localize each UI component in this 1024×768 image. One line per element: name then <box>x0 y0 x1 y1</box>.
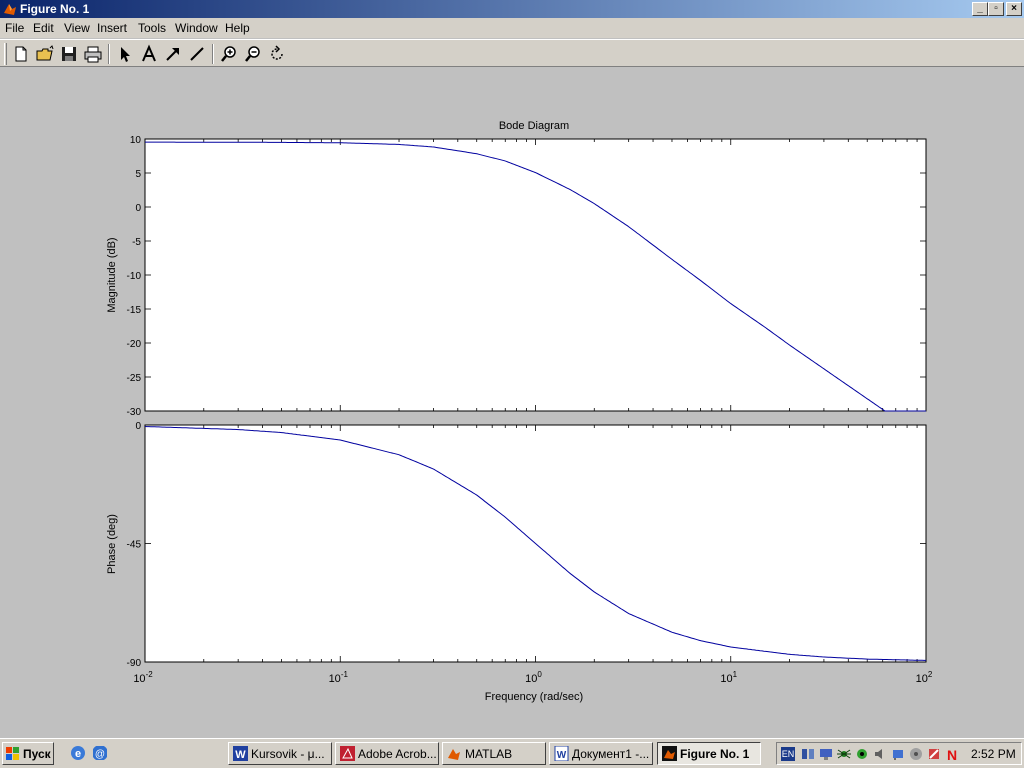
phase-y-label: Phase (deg) <box>106 514 118 574</box>
y-tick-label: -90 <box>127 658 142 669</box>
phase-y-tick-labels: 0 -45 -90 <box>127 421 142 669</box>
magnitude-y-label: Magnitude (dB) <box>106 237 118 312</box>
toolbar-separator <box>108 44 110 64</box>
menu-tools[interactable]: Tools <box>138 21 166 35</box>
insert-text-icon[interactable] <box>139 44 159 64</box>
matlab-icon <box>448 749 460 760</box>
start-label: Пуск <box>23 747 51 761</box>
svg-text:N: N <box>947 747 957 761</box>
task-kursovik[interactable]: W Kursovik - μ... <box>228 742 332 765</box>
language-indicator[interactable]: EN <box>781 747 795 761</box>
y-tick-label: -15 <box>127 305 142 316</box>
maximize-button[interactable]: ▫ <box>988 2 1004 16</box>
bode-diagram[interactable]: Bode Diagram 10 5 0 -5 -10 -15 -20 -25 -30 Magni… <box>0 68 1024 738</box>
figure-canvas: Bode Diagram 10 5 0 -5 -10 -15 -20 -25 -30 Magni… <box>0 68 1024 738</box>
y-tick-label: -10 <box>127 271 142 282</box>
ie-icon[interactable]: e <box>70 745 86 761</box>
x-tick-label: 102 <box>916 670 933 685</box>
y-tick-label: 5 <box>135 169 141 180</box>
svg-text:W: W <box>235 749 246 761</box>
taskbar: Пуск e @ W Kursovik - μ... Adobe Acrob..… <box>0 738 1024 768</box>
menu-edit[interactable]: Edit <box>33 21 54 35</box>
arrow-select-icon[interactable] <box>115 44 135 64</box>
zoom-out-icon[interactable] <box>243 44 263 64</box>
x-tick-label: 10-1 <box>329 670 349 685</box>
menu-insert[interactable]: Insert <box>97 21 127 35</box>
x-axis-label: Frequency (rad/sec) <box>485 691 583 703</box>
print-icon[interactable] <box>83 44 103 64</box>
norton-icon[interactable]: N <box>945 747 959 761</box>
y-tick-label: -25 <box>127 373 142 384</box>
magnitude-axes[interactable] <box>144 138 927 412</box>
x-tick-label: 100 <box>525 670 542 685</box>
usb-icon[interactable] <box>891 747 905 761</box>
x-tick-labels: 10-2 10-1 100 101 102 <box>133 670 933 685</box>
monitor-icon[interactable] <box>819 747 833 761</box>
x-tick-label: 10-2 <box>133 670 153 685</box>
disk-icon[interactable] <box>909 747 923 761</box>
magnitude-y-tick-labels: 10 5 0 -5 -10 -15 -20 -25 -30 <box>127 135 142 418</box>
volume-icon[interactable] <box>873 747 887 761</box>
task-matlab[interactable]: MATLAB <box>442 742 546 765</box>
insert-arrow-icon[interactable] <box>163 44 183 64</box>
menu-help[interactable]: Help <box>225 21 250 35</box>
menu-view[interactable]: View <box>64 21 90 35</box>
tools-icon[interactable] <box>927 747 941 761</box>
y-tick-label: -5 <box>132 237 141 248</box>
figure-icon <box>662 746 677 761</box>
chart-title: Bode Diagram <box>499 120 569 132</box>
new-file-icon[interactable] <box>11 44 31 64</box>
y-tick-label: -30 <box>127 407 142 418</box>
zoom-in-icon[interactable] <box>219 44 239 64</box>
word-doc-icon: W <box>554 746 569 761</box>
task-figure-no-1[interactable]: Figure No. 1 <box>657 742 761 765</box>
clock: 2:52 PM <box>971 747 1016 761</box>
y-tick-label: 10 <box>130 135 142 146</box>
y-tick-label: -20 <box>127 339 142 350</box>
y-tick-label: -45 <box>127 540 142 551</box>
antivirus-icon[interactable] <box>855 747 869 761</box>
menu-bar: File Edit View Insert Tools Window Help <box>0 18 1024 38</box>
svg-text:W: W <box>557 750 567 761</box>
minimize-button[interactable]: _ <box>972 2 988 16</box>
spider-icon[interactable] <box>837 747 851 761</box>
y-tick-label: 0 <box>135 203 141 214</box>
start-button[interactable]: Пуск <box>2 742 54 765</box>
task-document1[interactable]: W Документ1 -... <box>549 742 653 765</box>
x-tick-label: 101 <box>720 670 737 685</box>
toolbar-grip[interactable] <box>4 43 7 65</box>
rotate-3d-icon[interactable] <box>267 44 287 64</box>
insert-line-icon[interactable] <box>187 44 207 64</box>
menu-file[interactable]: File <box>5 21 24 35</box>
windows-flag-icon <box>6 747 19 760</box>
system-tray: EN N 2:52 PM <box>776 742 1022 765</box>
title-bar: Figure No. 1 _ ▫ × <box>0 0 1024 18</box>
svg-text:e: e <box>75 748 81 760</box>
task-adobe-acrobat[interactable]: Adobe Acrob... <box>335 742 439 765</box>
y-tick-label: 0 <box>135 421 141 432</box>
word-icon: W <box>233 746 248 761</box>
toolbar-separator <box>212 44 214 64</box>
menu-window[interactable]: Window <box>175 21 218 35</box>
window-title: Figure No. 1 <box>20 2 90 16</box>
close-button[interactable]: × <box>1006 2 1022 16</box>
network-icon[interactable] <box>801 747 815 761</box>
desktop-icon[interactable]: @ <box>92 745 108 761</box>
svg-text:@: @ <box>95 749 105 760</box>
figure-toolbar <box>0 39 1024 67</box>
save-icon[interactable] <box>59 44 79 64</box>
matlab-figure-icon <box>4 4 16 15</box>
open-folder-icon[interactable] <box>35 44 55 64</box>
acrobat-icon <box>340 746 355 761</box>
